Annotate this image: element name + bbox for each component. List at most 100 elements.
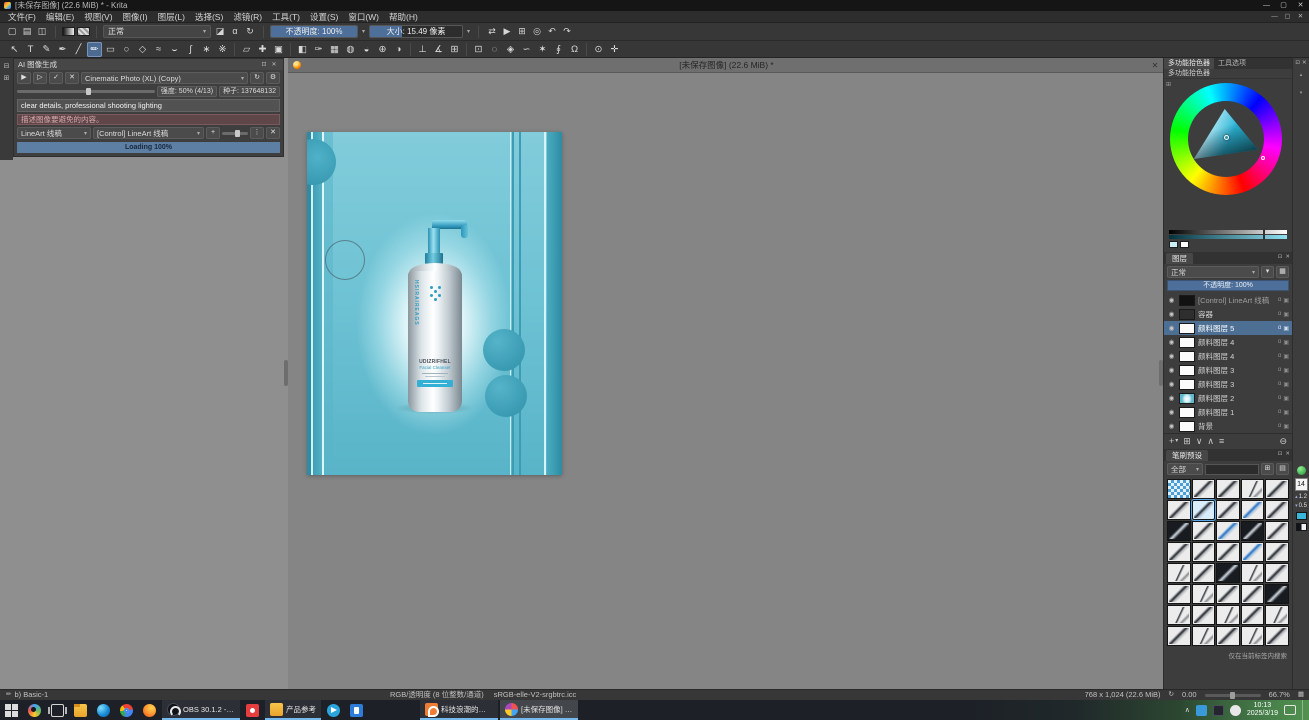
alpha-lock-icon[interactable]: α: [1278, 423, 1281, 430]
expand-docker-icon[interactable]: ⊞: [4, 74, 10, 82]
alpha-lock-icon[interactable]: α: [1278, 297, 1281, 304]
reference-images-tool[interactable]: ⊞: [447, 42, 462, 57]
strength-slider[interactable]: [17, 90, 155, 93]
preserve-alpha-button[interactable]: α: [228, 25, 242, 38]
layer-row[interactable]: ◉ 颜料图层 1 α ▣: [1164, 405, 1292, 419]
document-tab-title[interactable]: [未保存图像] (22.6 MiB) *: [306, 59, 1147, 71]
layer-visibility-icon[interactable]: ◉: [1167, 366, 1176, 374]
red-app-button[interactable]: [241, 700, 264, 720]
mirror-view-button[interactable]: ⇄: [485, 25, 499, 38]
brush-preset[interactable]: [1265, 479, 1289, 499]
edge-button[interactable]: [92, 700, 115, 720]
recent-color-swatch[interactable]: [1180, 241, 1189, 248]
menu-image[interactable]: 图像(I): [118, 11, 153, 23]
brush-preset[interactable]: [1265, 542, 1289, 562]
seed-value[interactable]: 种子: 137648132: [219, 86, 280, 97]
brush-preset[interactable]: [1167, 563, 1191, 583]
rectangular-selection-tool[interactable]: ⊡: [471, 42, 486, 57]
colorize-mask-tool[interactable]: ◑: [391, 42, 406, 57]
eraser-mode-button[interactable]: ◪: [213, 25, 227, 38]
menu-file[interactable]: 文件(F): [3, 11, 41, 23]
close-document-icon[interactable]: ✕: [1147, 61, 1163, 70]
close-button[interactable]: ✕: [1292, 0, 1309, 11]
move-tool[interactable]: ✚: [255, 42, 270, 57]
size-caret-icon[interactable]: ▾: [465, 28, 472, 35]
tab-brush-presets[interactable]: 笔刷预设: [1166, 450, 1208, 461]
save-document-button[interactable]: ◫: [35, 25, 49, 38]
reload-preset-button[interactable]: ↻: [243, 25, 257, 38]
background-color-swatch[interactable]: [1296, 523, 1307, 531]
collapse-docker-icon[interactable]: ⊟: [4, 62, 10, 70]
close-docker-icon[interactable]: ✕: [269, 61, 279, 68]
pattern-edit-tool[interactable]: ▦: [327, 42, 342, 57]
taskbar-window-product-ref[interactable]: 产品参考: [265, 700, 321, 720]
magnetic-selection-tool[interactable]: Ω: [567, 42, 582, 57]
zoom-tool[interactable]: ⊙: [591, 42, 606, 57]
control-layer-select[interactable]: [Control] LineArt 线稿 ▾: [93, 127, 204, 139]
brush-preset[interactable]: [1167, 542, 1191, 562]
polygon-tool[interactable]: ◇: [135, 42, 150, 57]
menu-window[interactable]: 窗口(W): [343, 11, 384, 23]
snap-button[interactable]: ◎: [530, 25, 544, 38]
elliptical-selection-tool[interactable]: ◌: [487, 42, 502, 57]
brush-preset[interactable]: [1192, 521, 1216, 541]
similar-color-selection-tool[interactable]: ✶: [535, 42, 550, 57]
alpha-lock-icon[interactable]: α: [1278, 353, 1281, 360]
undo-button[interactable]: ↶: [545, 25, 559, 38]
taskbar-window-obs[interactable]: OBS 30.1.2 - 配置...: [162, 700, 240, 720]
brush-preset[interactable]: [1216, 500, 1240, 520]
generate-button[interactable]: ▶: [17, 72, 31, 84]
brush-preset[interactable]: [1192, 500, 1216, 520]
layer-lock-icon[interactable]: ▣: [1283, 311, 1289, 318]
preset-search-input[interactable]: [1205, 464, 1259, 475]
brush-preset[interactable]: [1265, 563, 1289, 583]
layer-opacity-slider[interactable]: 不透明度: 100%: [1167, 280, 1289, 291]
strength-value[interactable]: 强度: 50% (4/13): [157, 86, 217, 97]
zoom-level-value[interactable]: 66.7%: [1269, 690, 1290, 700]
scroll-up-icon[interactable]: ▴: [1300, 72, 1303, 78]
task-view-button[interactable]: [46, 700, 69, 720]
menu-select[interactable]: 选择(S): [190, 11, 228, 23]
layer-row[interactable]: ◉ 颜料图层 4 α ▣: [1164, 335, 1292, 349]
mdi-restore-button[interactable]: ▢: [1281, 11, 1294, 22]
add-layer-button[interactable]: +: [1169, 434, 1174, 448]
step-up-control[interactable]: ▴1.2: [1295, 494, 1307, 500]
blending-mode-select[interactable]: 正常 ▾: [103, 25, 211, 38]
checker-toggle-icon[interactable]: ▦: [1298, 690, 1304, 700]
hue-ring-cursor[interactable]: [1261, 156, 1265, 160]
alpha-lock-icon[interactable]: α: [1278, 339, 1281, 346]
layer-row[interactable]: ◉ 容器 α ▣: [1164, 307, 1292, 321]
brush-preset[interactable]: [1265, 626, 1289, 646]
layer-options-icon[interactable]: ▦: [1276, 266, 1289, 278]
saturation-slider-mark[interactable]: [1263, 234, 1265, 240]
saturation-slider[interactable]: [1169, 235, 1287, 239]
tray-icon-blue[interactable]: [1196, 705, 1207, 716]
redo-button[interactable]: ↷: [560, 25, 574, 38]
tab-tool-options[interactable]: 工具选项: [1214, 58, 1250, 69]
gradient-chooser-chip[interactable]: [62, 27, 75, 36]
brush-preset[interactable]: [1167, 521, 1191, 541]
layer-visibility-icon[interactable]: ◉: [1167, 296, 1176, 304]
detail-view-icon[interactable]: ▤: [1276, 463, 1289, 475]
search-button[interactable]: [23, 700, 46, 720]
brush-preset[interactable]: [1167, 626, 1191, 646]
alpha-lock-icon[interactable]: α: [1278, 395, 1281, 402]
brush-preset[interactable]: [1167, 479, 1191, 499]
style-select[interactable]: Cinematic Photo (XL) (Copy) ▾: [81, 72, 248, 84]
refresh-styles-icon[interactable]: ↻: [250, 72, 264, 84]
add-layer-caret[interactable]: ▾: [1175, 434, 1178, 448]
brush-preset[interactable]: [1241, 500, 1265, 520]
layer-lock-icon[interactable]: ▣: [1283, 339, 1289, 346]
layer-visibility-icon[interactable]: ◉: [1167, 310, 1176, 318]
alpha-lock-icon[interactable]: α: [1278, 325, 1281, 332]
layer-row[interactable]: ◉ 颜料图层 5 α ▣: [1164, 321, 1292, 335]
brush-preset[interactable]: [1216, 584, 1240, 604]
recent-color-swatch[interactable]: [1169, 241, 1178, 248]
menu-layer[interactable]: 图层(L): [153, 11, 190, 23]
taskbar-window-krita[interactable]: [未保存图像] (22...: [500, 700, 578, 720]
brush-preset[interactable]: [1241, 605, 1265, 625]
lightness-slider[interactable]: [1169, 230, 1287, 234]
brush-preset[interactable]: [1216, 605, 1240, 625]
layer-lock-icon[interactable]: ▣: [1283, 381, 1289, 388]
tray-expand-icon[interactable]: ∧: [1185, 706, 1190, 714]
